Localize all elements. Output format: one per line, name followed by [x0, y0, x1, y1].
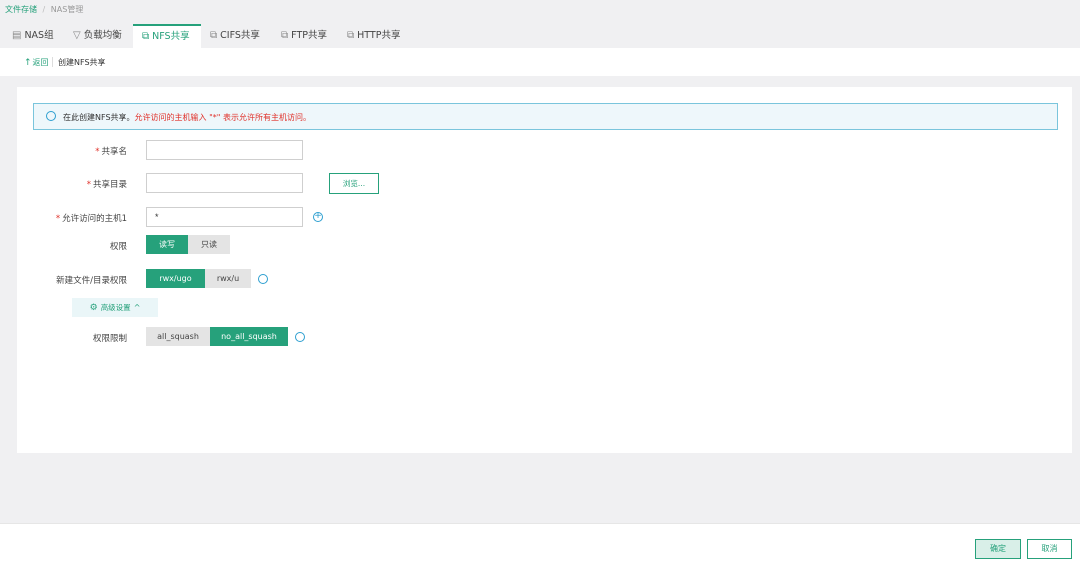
share-icon: ⧉	[347, 30, 355, 41]
tab-bar: ▤ NAS组 ▽ 负载均衡 ⧉ NFS共享 ⧉ CIFS共享 ⧉ FTP共享 ⧉ HTTP共…	[0, 24, 1080, 48]
share-dir-label-text: 共享目录	[92, 180, 127, 190]
share-name-input[interactable]	[146, 140, 303, 160]
tab-label: 负载均衡	[83, 30, 122, 41]
divider	[52, 57, 53, 67]
required-marker: *	[55, 214, 61, 224]
host-input[interactable]	[146, 207, 303, 227]
breadcrumb: 文件存储 / NAS管理	[5, 4, 83, 15]
permission-read-only-button[interactable]: 只读	[188, 235, 230, 254]
tab-label: HTTP共享	[357, 30, 401, 41]
required-marker: *	[95, 147, 100, 157]
file-perm-label: 新建文件/目录权限	[56, 276, 127, 286]
tab-cifs-share[interactable]: ⧉ CIFS共享	[210, 24, 260, 48]
squash-help-icon[interactable]	[295, 332, 305, 342]
share-name-label: * 共享名	[95, 145, 127, 157]
file-perm-rwx-u-button[interactable]: rwx/u	[205, 269, 251, 288]
advanced-settings-label: 高级设置	[100, 303, 131, 312]
no-all-squash-button[interactable]: no_all_squash	[210, 327, 288, 346]
host-label-text: 允许访问的主机1	[62, 214, 127, 224]
breadcrumb-current: NAS管理	[50, 5, 84, 14]
back-button[interactable]: ↑返回	[24, 57, 49, 68]
cancel-button[interactable]: 取消	[1027, 539, 1072, 559]
add-host-icon[interactable]: +	[313, 212, 323, 222]
share-dir-label: * 共享目录	[87, 178, 127, 190]
tab-ftp-share[interactable]: ⧉ FTP共享	[281, 24, 327, 48]
share-name-label-text: 共享名	[101, 147, 127, 157]
squash-label: 权限限制	[92, 334, 127, 344]
server-icon: ▤	[12, 30, 22, 41]
share-dir-input[interactable]	[146, 173, 303, 193]
confirm-button[interactable]: 确定	[975, 539, 1021, 559]
back-label: 返回	[32, 58, 49, 67]
file-perm-rwx-ugo-button[interactable]: rwx/ugo	[146, 269, 205, 288]
browse-button[interactable]: 浏览...	[329, 173, 379, 194]
chevron-up-icon: ^	[133, 303, 141, 312]
host-label: * 允许访问的主机1	[56, 212, 127, 224]
tab-http-share[interactable]: ⧉ HTTP共享	[347, 24, 400, 48]
tab-label: FTP共享	[291, 30, 327, 41]
info-banner: 在此创建NFS共享。允许访问的主机输入 "*" 表示允许所有主机访问。	[33, 103, 1058, 130]
permission-label: 权限	[109, 242, 127, 252]
tab-label: NFS共享	[152, 31, 190, 42]
info-text: 在此创建NFS共享。允许访问的主机输入 "*" 表示允许所有主机访问。	[63, 112, 311, 123]
breadcrumb-separator: /	[42, 5, 46, 14]
tab-nfs-share[interactable]: ⧉ NFS共享	[133, 24, 201, 48]
footer-bar: 确定 取消	[0, 523, 1080, 567]
share-icon: ⧉	[210, 30, 218, 41]
sub-header: ↑返回 创建NFS共享	[0, 48, 1080, 76]
filter-icon: ▽	[73, 30, 81, 41]
info-warning-text: 允许访问的主机输入 "*" 表示允许所有主机访问。	[134, 113, 311, 122]
info-icon	[46, 111, 56, 121]
breadcrumb-root-link[interactable]: 文件存储	[5, 5, 37, 14]
info-main-text: 在此创建NFS共享。	[63, 113, 135, 122]
tab-load-balance[interactable]: ▽ 负载均衡	[73, 24, 122, 48]
gear-icon: ⚙	[89, 303, 98, 313]
form-card: 在此创建NFS共享。允许访问的主机输入 "*" 表示允许所有主机访问。 * 共享名…	[17, 87, 1072, 453]
page-title: 创建NFS共享	[58, 58, 106, 67]
file-perm-help-icon[interactable]	[258, 274, 268, 284]
share-icon: ⧉	[142, 31, 150, 42]
tab-nas-group[interactable]: ▤ NAS组	[12, 24, 54, 48]
permission-read-write-button[interactable]: 读写	[146, 235, 188, 254]
arrow-up-icon: ↑	[24, 58, 32, 68]
tab-label: NAS组	[24, 30, 54, 41]
required-marker: *	[86, 180, 91, 190]
tab-label: CIFS共享	[220, 30, 260, 41]
share-icon: ⧉	[281, 30, 289, 41]
all-squash-button[interactable]: all_squash	[146, 327, 210, 346]
advanced-settings-toggle[interactable]: ⚙ 高级设置 ^	[72, 298, 158, 317]
